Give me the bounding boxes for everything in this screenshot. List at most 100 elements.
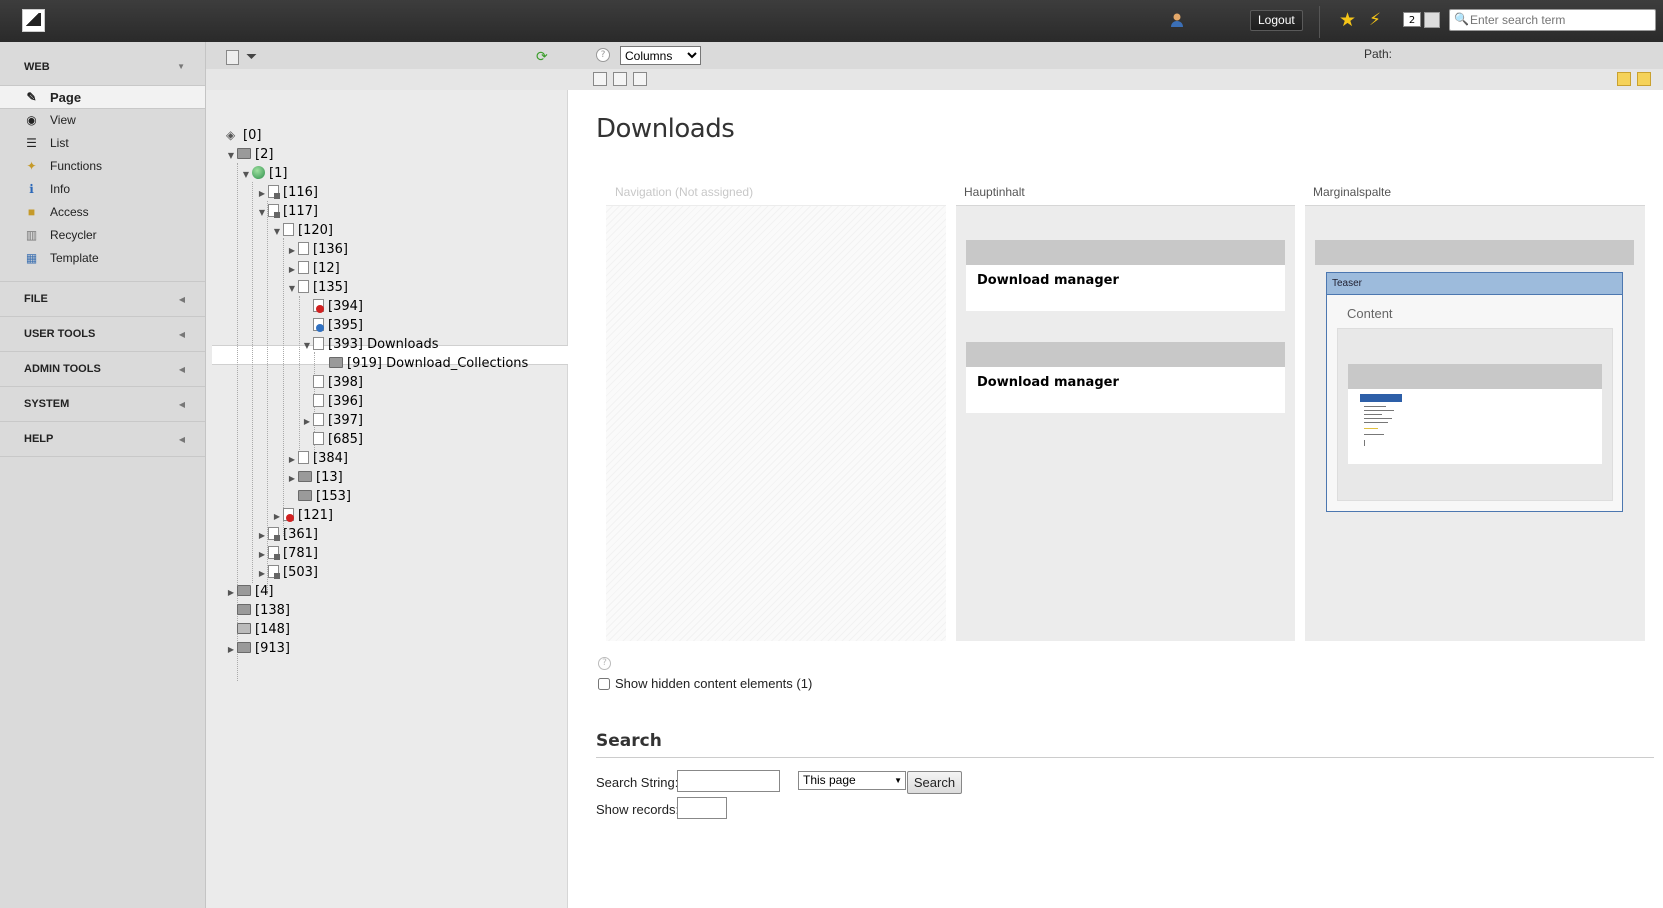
teaser-element[interactable]: Teaser Content: [1326, 272, 1623, 512]
content-element-header[interactable]: [966, 240, 1285, 265]
tree-node[interactable]: ▶ [121]: [271, 506, 333, 525]
tree-node[interactable]: ▼ [120]: [271, 221, 333, 240]
content-element-header[interactable]: [1348, 364, 1602, 389]
help-icon[interactable]: ?: [596, 48, 610, 62]
search-scope-select[interactable]: This page: [798, 771, 906, 790]
edit-icon[interactable]: [1424, 12, 1440, 28]
tree-node[interactable]: [398]: [313, 373, 363, 392]
logout-button[interactable]: Logout: [1250, 10, 1303, 31]
search-box[interactable]: 🔍: [1449, 9, 1656, 31]
module-item-list[interactable]: ☰ List: [0, 132, 205, 155]
restricted-page-icon: [313, 318, 324, 332]
module-item-page[interactable]: ✎ Page: [0, 86, 205, 109]
hidden-page-icon: [313, 299, 324, 313]
tree-node[interactable]: [148]: [237, 620, 290, 639]
module-item-access[interactable]: ■ Access: [0, 201, 205, 224]
expand-icon[interactable]: ▶: [256, 184, 268, 203]
expand-icon[interactable]: ▶: [256, 564, 268, 583]
module-item-view[interactable]: ◉ View: [0, 109, 205, 132]
expand-icon[interactable]: ▶: [301, 412, 313, 431]
tree-node[interactable]: [396]: [313, 392, 363, 411]
tree-node[interactable]: ▼ [2]: [225, 145, 274, 165]
bookmark-add-icon[interactable]: [1637, 72, 1651, 86]
flash-icon[interactable]: ⚡: [1369, 10, 1381, 30]
content-element[interactable]: [1348, 389, 1602, 464]
content-element[interactable]: Download manager: [966, 265, 1285, 311]
view-mode-select[interactable]: Columns: [620, 46, 701, 65]
search-string-input[interactable]: [677, 770, 780, 792]
tree-node[interactable]: ▶ [361]: [256, 525, 318, 544]
tree-node-selected[interactable]: ▼ [393] Downloads: [301, 335, 438, 354]
star-icon[interactable]: ★: [1339, 10, 1356, 30]
typo3-logo[interactable]: [22, 9, 45, 32]
module-group-file[interactable]: FILE ◀: [0, 282, 205, 317]
help-icon[interactable]: ?: [598, 657, 611, 670]
collapse-icon[interactable]: ▼: [301, 336, 313, 355]
refresh-icon[interactable]: ⟳: [536, 49, 548, 65]
tree-node[interactable]: ▶ [397]: [301, 411, 363, 430]
expand-icon[interactable]: ▶: [256, 545, 268, 564]
search-input[interactable]: [1470, 11, 1650, 29]
tree-node[interactable]: ▶ [13]: [286, 468, 343, 487]
user-icon[interactable]: [1169, 12, 1185, 28]
expand-icon[interactable]: ▶: [286, 450, 298, 469]
search-button[interactable]: Search: [907, 771, 962, 794]
tree-node[interactable]: ▶ [503]: [256, 563, 318, 582]
tree-node[interactable]: [395]: [313, 316, 363, 335]
module-group-user-tools[interactable]: USER TOOLS ◀: [0, 317, 205, 352]
tree-node[interactable]: ▶ [12]: [286, 259, 340, 278]
show-records-input[interactable]: [677, 797, 727, 819]
tree-node[interactable]: ▶ [913]: [225, 639, 290, 658]
show-hidden-checkbox[interactable]: [598, 678, 610, 690]
module-item-info[interactable]: ℹ Info: [0, 178, 205, 201]
tree-node[interactable]: ▼ [117]: [256, 202, 318, 221]
tree-node[interactable]: ▼ [1]: [240, 164, 287, 183]
tree-node[interactable]: ▶ [116]: [256, 183, 318, 202]
module-item-recycler[interactable]: ▥ Recycler: [0, 224, 205, 247]
tree-node[interactable]: ▼ [135]: [286, 278, 348, 297]
module-item-template[interactable]: ▦ Template: [0, 247, 205, 270]
notification-count-badge[interactable]: 2: [1403, 12, 1421, 27]
tree-node[interactable]: ◈ [0]: [226, 126, 261, 145]
content-element-header[interactable]: [966, 342, 1285, 367]
module-group-help[interactable]: HELP ◀: [0, 422, 205, 457]
column-header-navigation: Navigation (Not assigned): [615, 185, 754, 199]
tree-node[interactable]: [153]: [298, 487, 351, 506]
tree-node[interactable]: [394]: [313, 297, 363, 316]
expand-icon[interactable]: ▶: [225, 583, 237, 602]
view-webpage-icon[interactable]: [593, 72, 607, 86]
show-hidden-label: Show hidden content elements (1): [615, 676, 813, 691]
collapse-icon[interactable]: ▼: [271, 222, 283, 241]
filter-icon[interactable]: ⏷: [246, 49, 257, 65]
module-group-web[interactable]: WEB ▼: [0, 56, 205, 86]
expand-icon[interactable]: ▶: [286, 260, 298, 279]
tree-node[interactable]: ▶ [4]: [225, 582, 274, 602]
tree-node[interactable]: [138]: [237, 601, 290, 620]
shortcut-page-icon: [268, 204, 280, 218]
content-element[interactable]: Download manager: [966, 367, 1285, 413]
tree-node[interactable]: [919] Download_Collections: [329, 354, 528, 373]
content-element-header[interactable]: [1315, 240, 1634, 265]
expand-icon[interactable]: ▶: [256, 526, 268, 545]
module-group-system[interactable]: SYSTEM ◀: [0, 387, 205, 422]
expand-icon[interactable]: ▶: [286, 469, 298, 488]
collapse-icon[interactable]: ▼: [240, 165, 252, 184]
tree-node[interactable]: ▶ [136]: [286, 240, 348, 259]
edit-page-icon[interactable]: [613, 72, 627, 86]
collapse-icon[interactable]: ▼: [286, 279, 298, 298]
expand-icon[interactable]: ▶: [271, 507, 283, 526]
show-hidden-checkbox-row[interactable]: Show hidden content elements (1): [598, 676, 812, 691]
new-page-icon[interactable]: [226, 50, 239, 65]
tree-node[interactable]: ▶ [384]: [286, 449, 348, 468]
module-item-functions[interactable]: ✦ Functions: [0, 155, 205, 178]
tree-node-label: [4]: [255, 584, 274, 599]
collapse-icon[interactable]: ▼: [225, 146, 237, 165]
collapse-icon[interactable]: ▼: [256, 203, 268, 222]
shortcut-icon[interactable]: [1617, 72, 1631, 86]
module-group-admin-tools[interactable]: ADMIN TOOLS ◀: [0, 352, 205, 387]
tree-node[interactable]: ▶ [781]: [256, 544, 318, 563]
new-content-icon[interactable]: [633, 72, 647, 86]
expand-icon[interactable]: ▶: [286, 241, 298, 260]
expand-icon[interactable]: ▶: [225, 640, 237, 659]
tree-node[interactable]: [685]: [313, 430, 363, 449]
